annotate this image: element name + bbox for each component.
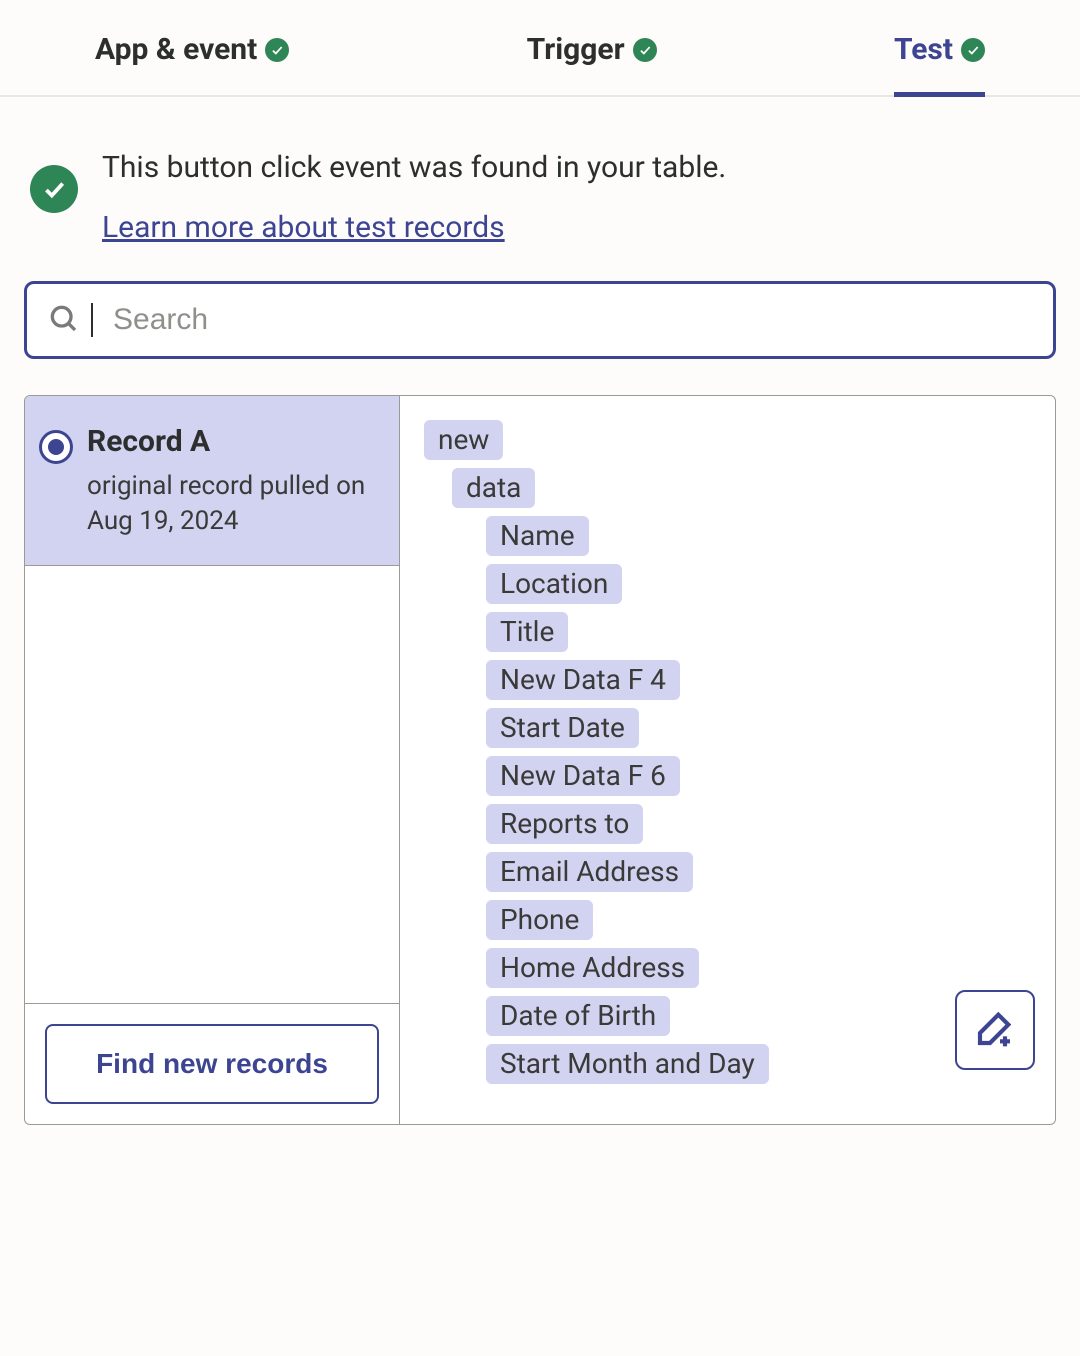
check-icon	[961, 38, 985, 62]
field-pill[interactable]: Phone	[486, 900, 593, 940]
field-pill[interactable]: Reports to	[486, 804, 643, 844]
field-pill[interactable]: Home Address	[486, 948, 699, 988]
records-list: Record A original record pulled on Aug 1…	[25, 396, 400, 1124]
check-icon	[633, 38, 657, 62]
tab-label: Test	[894, 32, 953, 67]
field-pill[interactable]: Date of Birth	[486, 996, 670, 1036]
learn-more-link[interactable]: Learn more about test records	[102, 210, 505, 245]
search-box[interactable]	[24, 281, 1056, 359]
tab-test[interactable]: Test	[894, 32, 985, 67]
field-pill[interactable]: Email Address	[486, 852, 693, 892]
text-cursor	[91, 303, 93, 337]
tab-label: App & event	[95, 32, 257, 67]
tab-label: Trigger	[527, 32, 625, 67]
field-pill[interactable]: Start Date	[486, 708, 639, 748]
field-pill[interactable]: Start Month and Day	[486, 1044, 769, 1084]
tab-app-event[interactable]: App & event	[95, 32, 289, 67]
field-pill[interactable]: New Data F 6	[486, 756, 680, 796]
search-icon	[47, 302, 79, 338]
info-message: This button click event was found in you…	[102, 145, 726, 190]
search-input[interactable]	[113, 303, 1033, 337]
tab-trigger[interactable]: Trigger	[527, 32, 657, 67]
pencil-plus-icon	[975, 1008, 1015, 1052]
field-pill[interactable]: Name	[486, 516, 589, 556]
field-pill[interactable]: New Data F 4	[486, 660, 680, 700]
field-pill[interactable]: Title	[486, 612, 568, 652]
records-panel: Record A original record pulled on Aug 1…	[24, 395, 1056, 1125]
check-icon	[265, 38, 289, 62]
edit-add-button[interactable]	[955, 990, 1035, 1070]
find-new-records-button[interactable]: Find new records	[45, 1024, 379, 1104]
field-pill-new[interactable]: new	[424, 420, 503, 460]
radio-selected-icon[interactable]	[39, 430, 73, 464]
record-fields: new data Name Location Title New Data F …	[400, 396, 1055, 1124]
info-banner: This button click event was found in you…	[0, 97, 1080, 281]
field-pill[interactable]: Location	[486, 564, 622, 604]
find-new-wrap: Find new records	[25, 1003, 399, 1124]
record-title: Record A	[87, 424, 379, 459]
record-subtitle: original record pulled on Aug 19, 2024	[87, 469, 379, 539]
success-check-icon	[30, 165, 78, 213]
field-pill-data[interactable]: data	[452, 468, 535, 508]
record-item[interactable]: Record A original record pulled on Aug 1…	[25, 396, 399, 566]
tabs-header: App & event Trigger Test	[0, 0, 1080, 97]
